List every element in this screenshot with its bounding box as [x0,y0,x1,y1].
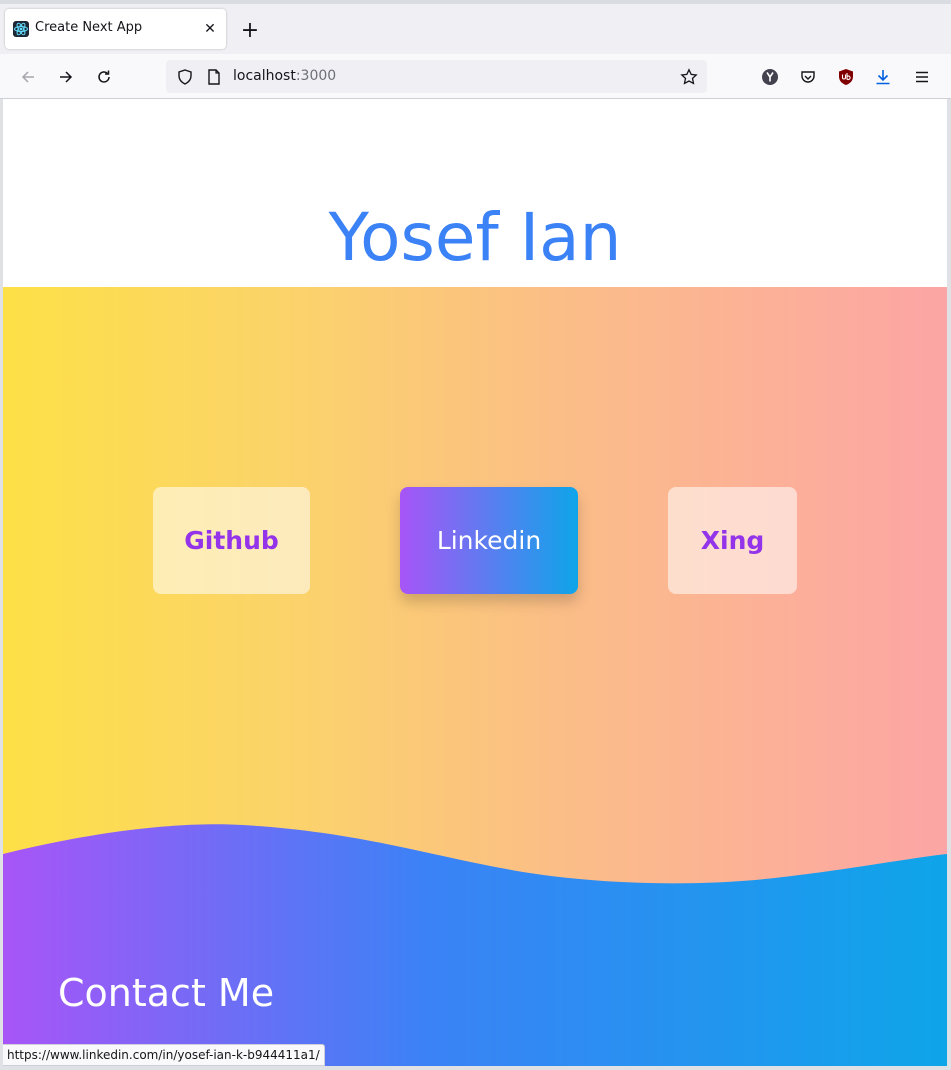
bookmark-star-icon[interactable] [680,68,698,86]
pocket-icon [801,71,815,83]
web-page: Yosef Ian Github Linkedin Xing Contact M… [3,99,947,1066]
tab-title: Create Next App [35,20,143,35]
hero-section: Github Linkedin Xing Contact Me [3,287,947,1066]
menu-icon [916,71,928,83]
reload-button[interactable] [91,64,117,90]
window-border [947,99,951,1070]
react-favicon-icon [13,21,29,37]
url-host: localhost [233,68,296,84]
ublock-icon [839,69,853,85]
url-port: :3000 [295,68,337,84]
contact-heading: Contact Me [58,970,275,1015]
tab-close-icon[interactable]: ✕ [201,20,219,38]
ublock-button[interactable] [833,64,859,90]
yandex-extension-button[interactable] [757,64,783,90]
tab-strip: Create Next App ✕ + [0,0,951,54]
menu-button[interactable] [909,64,935,90]
forward-button[interactable] [53,64,79,90]
page-header: Yosef Ian [3,99,947,287]
browser-tab[interactable]: Create Next App ✕ [5,9,226,49]
yandex-icon [762,69,778,85]
downloads-button[interactable] [870,64,896,90]
back-icon [21,71,34,83]
reload-icon [98,70,110,83]
link-status-bar: https://www.linkedin.com/in/yosef-ian-k-… [3,1044,325,1066]
new-tab-button[interactable]: + [238,20,262,44]
plus-icon: + [240,18,260,43]
page-title: Yosef Ian [328,199,622,277]
navigation-toolbar: localhost:3000 [0,54,951,99]
back-button[interactable] [15,64,41,90]
pocket-button[interactable] [795,64,821,90]
url-bar[interactable]: localhost:3000 [166,60,707,93]
window-border [0,1066,951,1070]
download-icon [876,70,890,85]
contact-wave [3,824,947,1066]
forward-icon [60,71,73,83]
page-icon[interactable] [205,68,223,86]
url-text: localhost:3000 [233,68,336,84]
shield-icon[interactable] [176,68,194,86]
